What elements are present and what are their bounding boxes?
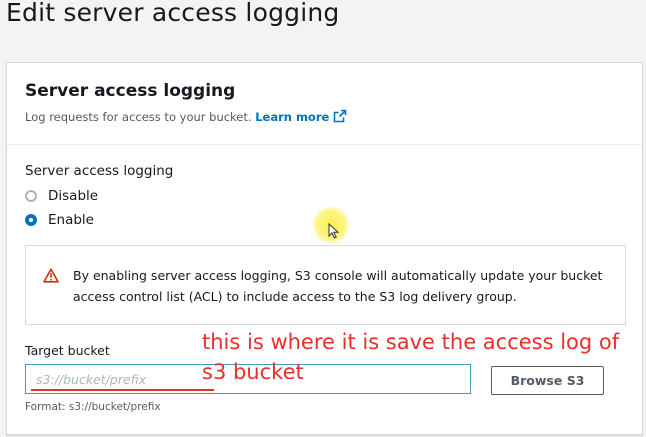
format-hint: Format: s3://bucket/prefix <box>25 401 161 413</box>
radio-disable[interactable]: Disable <box>25 186 98 206</box>
logging-field-label: Server access logging <box>25 163 174 179</box>
learn-more-label: Learn more <box>255 110 330 124</box>
page-title: Edit server access logging <box>6 0 340 27</box>
learn-more-link[interactable]: Learn more <box>255 109 347 124</box>
radio-enable-label: Enable <box>48 212 94 228</box>
annotation-underline <box>31 389 214 391</box>
radio-disable-circle[interactable] <box>25 190 37 202</box>
external-link-icon <box>334 109 347 123</box>
radio-enable[interactable]: Enable <box>25 210 94 230</box>
panel-description-text: Log requests for access to your bucket. <box>25 110 252 124</box>
radio-disable-label: Disable <box>48 188 99 204</box>
panel-description: Log requests for access to your bucket. … <box>25 109 347 124</box>
annotation-text: this is where it is save the access log … <box>202 330 620 384</box>
radio-enable-circle[interactable] <box>25 214 37 226</box>
alert-text: By enabling server access logging, S3 co… <box>73 268 603 304</box>
panel-header: Server access logging Log requests for a… <box>7 63 642 145</box>
mouse-cursor-icon <box>328 223 339 239</box>
panel-title: Server access logging <box>25 81 236 101</box>
warning-icon <box>43 268 59 283</box>
target-bucket-label: Target bucket <box>25 343 110 358</box>
acl-warning-alert: By enabling server access logging, S3 co… <box>25 245 626 325</box>
